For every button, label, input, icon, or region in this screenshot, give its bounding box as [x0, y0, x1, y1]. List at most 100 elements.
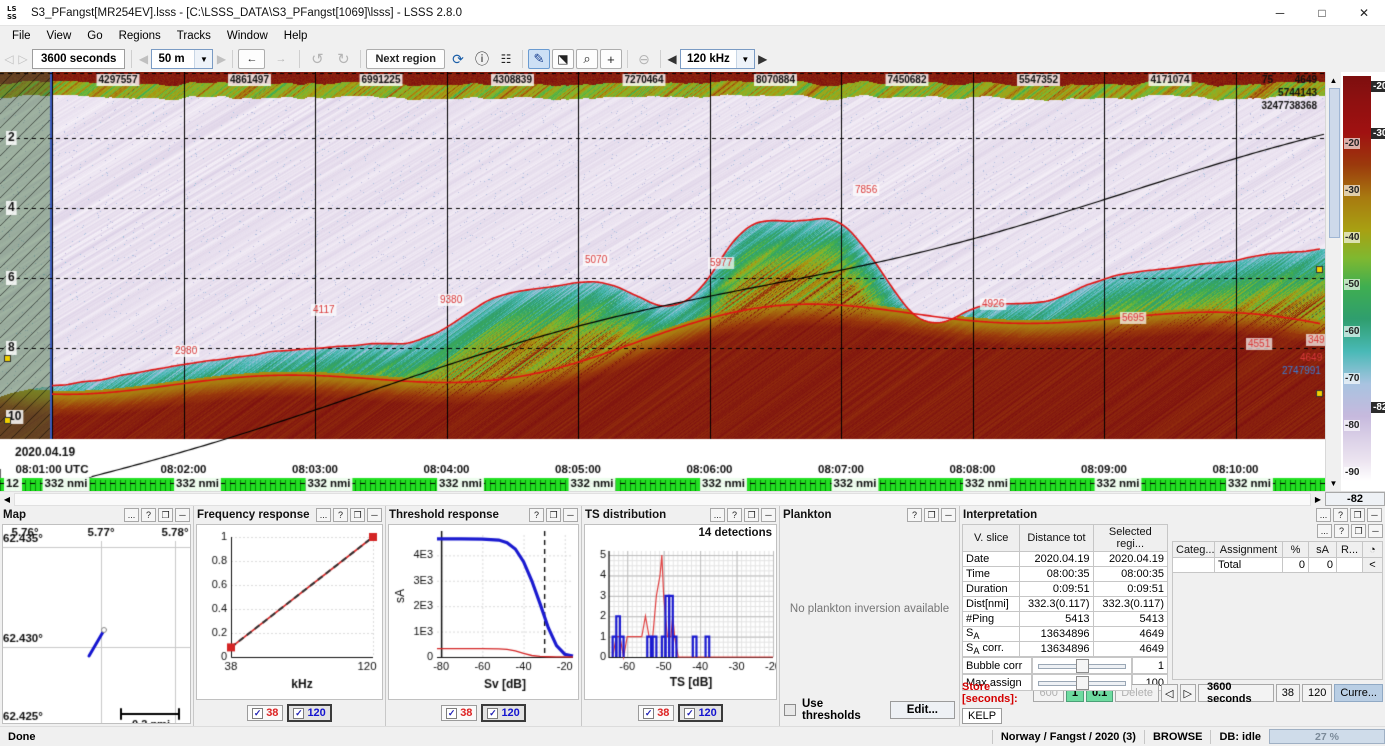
map-options-button[interactable]: ...: [124, 508, 139, 522]
cat-col-sa[interactable]: sA: [1309, 542, 1337, 558]
plankton-minimize-button[interactable]: ─: [941, 508, 956, 522]
interp-minimize-button[interactable]: ─: [1367, 508, 1382, 522]
cat-col-r[interactable]: R...: [1337, 542, 1363, 558]
vslice-col-0[interactable]: V. slice: [963, 525, 1020, 552]
cat-col-percent[interactable]: %: [1283, 542, 1309, 558]
maximize-button[interactable]: □: [1301, 0, 1343, 26]
hscroll-track[interactable]: [14, 493, 1311, 506]
category-minimize-button[interactable]: ─: [1368, 524, 1383, 538]
kelp-tab[interactable]: KELP: [962, 708, 1002, 724]
freq-float-button[interactable]: ❐: [350, 508, 365, 522]
map-float-button[interactable]: ❐: [158, 508, 173, 522]
thr-chip-120[interactable]: ✓ 120: [481, 704, 525, 722]
frequency-response-chart[interactable]: [197, 525, 383, 700]
refresh-icon[interactable]: ⟳: [447, 49, 469, 69]
eraser-icon[interactable]: ⬔: [552, 49, 574, 69]
echogram-horizontal-scrollbar[interactable]: ◀ ▶ -82: [0, 491, 1385, 506]
thr-help-button[interactable]: ?: [529, 508, 544, 522]
no-entry-icon[interactable]: ⊖: [633, 49, 655, 69]
table-row[interactable]: SA corr. 13634896 4649: [963, 642, 1168, 657]
map-panel-body[interactable]: [2, 524, 191, 724]
thr-minimize-button[interactable]: ─: [563, 508, 578, 522]
table-row[interactable]: Time 08:00:35 08:00:35: [963, 567, 1168, 582]
interp-help-button[interactable]: ?: [1333, 508, 1348, 522]
freq-minimize-button[interactable]: ─: [367, 508, 382, 522]
interp-options-button[interactable]: ...: [1316, 508, 1331, 522]
freq-next-icon[interactable]: ▶: [756, 49, 770, 69]
threshold-response-chart[interactable]: [389, 525, 579, 700]
prev-page-icon[interactable]: ◁: [2, 49, 16, 69]
ts-chip-120[interactable]: ✓ 120: [678, 704, 722, 722]
cat-col-category[interactable]: Categ...: [1173, 542, 1215, 558]
vslice-col-1[interactable]: Distance tot: [1020, 525, 1093, 552]
chevron-down-icon[interactable]: ▼: [194, 50, 212, 68]
menu-help[interactable]: Help: [276, 28, 316, 44]
category-options-button[interactable]: ...: [1317, 524, 1332, 538]
map-help-button[interactable]: ?: [141, 508, 156, 522]
menu-regions[interactable]: Regions: [111, 28, 169, 44]
category-help-button[interactable]: ?: [1334, 524, 1349, 538]
close-button[interactable]: ✕: [1343, 0, 1385, 26]
echogram-vertical-scrollbar[interactable]: ▲ ▼: [1325, 72, 1341, 491]
scroll-right-icon[interactable]: ▶: [1311, 493, 1325, 506]
scroll-left-icon[interactable]: ◀: [0, 493, 14, 506]
ts-options-button[interactable]: ...: [710, 508, 725, 522]
back-button[interactable]: ←: [238, 49, 265, 69]
table-row[interactable]: Dist[nmi] 332.3(0.117) 332.3(0.117): [963, 597, 1168, 612]
next-region-button[interactable]: Next region: [366, 49, 445, 69]
cat-col-menu-icon[interactable]: ◔: [1363, 542, 1383, 558]
scroll-up-icon[interactable]: ▲: [1326, 72, 1342, 88]
layout-icon[interactable]: ☷: [495, 49, 517, 69]
ts-help-button[interactable]: ?: [727, 508, 742, 522]
interp-freq-38-button[interactable]: 38: [1276, 684, 1300, 702]
map-minimize-button[interactable]: ─: [175, 508, 190, 522]
plus-icon[interactable]: +: [600, 49, 622, 69]
use-thresholds-checkbox[interactable]: [784, 704, 796, 716]
pencil-icon[interactable]: ✎: [528, 49, 550, 69]
vscroll-track[interactable]: [1326, 88, 1342, 475]
plankton-help-button[interactable]: ?: [907, 508, 922, 522]
chevron-down-icon[interactable]: ▼: [736, 50, 754, 68]
redo-icon[interactable]: ↻: [331, 49, 355, 69]
ts-chip-38[interactable]: ✓ 38: [638, 705, 674, 721]
freq-panel-body[interactable]: [196, 524, 383, 700]
forward-button[interactable]: →: [267, 49, 294, 69]
vslice-col-2[interactable]: Selected regi...: [1093, 525, 1167, 552]
ts-float-button[interactable]: ❐: [744, 508, 759, 522]
menu-tracks[interactable]: Tracks: [169, 28, 219, 44]
thr-panel-body[interactable]: [388, 524, 579, 700]
freq-prev-icon[interactable]: ◀: [665, 49, 679, 69]
range-next-icon[interactable]: ▶: [214, 49, 228, 69]
ts-minimize-button[interactable]: ─: [761, 508, 776, 522]
bubble-corr-slider[interactable]: [1032, 657, 1132, 674]
info-icon[interactable]: ⓘ: [471, 49, 493, 69]
undo-icon[interactable]: ↺: [305, 49, 329, 69]
current-button[interactable]: Curre...: [1334, 684, 1383, 702]
cat-expand-button[interactable]: <: [1363, 558, 1383, 573]
cat-col-assignment[interactable]: Assignment: [1215, 542, 1283, 558]
table-row[interactable]: Duration 0:09:51 0:09:51: [963, 582, 1168, 597]
scroll-down-icon[interactable]: ▼: [1326, 475, 1342, 491]
nav-next-button[interactable]: ▷: [1180, 684, 1196, 702]
time-span-field[interactable]: 3600 seconds: [32, 49, 125, 69]
echogram-canvas[interactable]: [0, 72, 1325, 491]
ts-distribution-chart[interactable]: [585, 525, 777, 700]
table-row[interactable]: Total 0 0 <: [1173, 558, 1383, 573]
interp-span-field[interactable]: 3600 seconds: [1198, 684, 1274, 702]
slider-knob[interactable]: [1076, 676, 1089, 690]
table-row[interactable]: #Ping 5413 5413: [963, 612, 1168, 627]
freq-chip-120[interactable]: ✓ 120: [287, 704, 331, 722]
zoom-icon[interactable]: ⌕: [576, 49, 598, 69]
vscroll-thumb[interactable]: [1329, 88, 1340, 238]
ts-panel-body[interactable]: 14 detections: [584, 524, 777, 700]
interp-float-button[interactable]: ❐: [1350, 508, 1365, 522]
freq-help-button[interactable]: ?: [333, 508, 348, 522]
menu-file[interactable]: File: [4, 28, 39, 44]
freq-chip-38[interactable]: ✓ 38: [247, 705, 283, 721]
menu-view[interactable]: View: [39, 28, 80, 44]
minimize-button[interactable]: ─: [1259, 0, 1301, 26]
frequency-combo[interactable]: 120 kHz ▼: [680, 49, 755, 69]
map-canvas[interactable]: [3, 525, 191, 724]
table-row[interactable]: Date 2020.04.19 2020.04.19: [963, 552, 1168, 567]
range-prev-icon[interactable]: ◀: [136, 49, 150, 69]
